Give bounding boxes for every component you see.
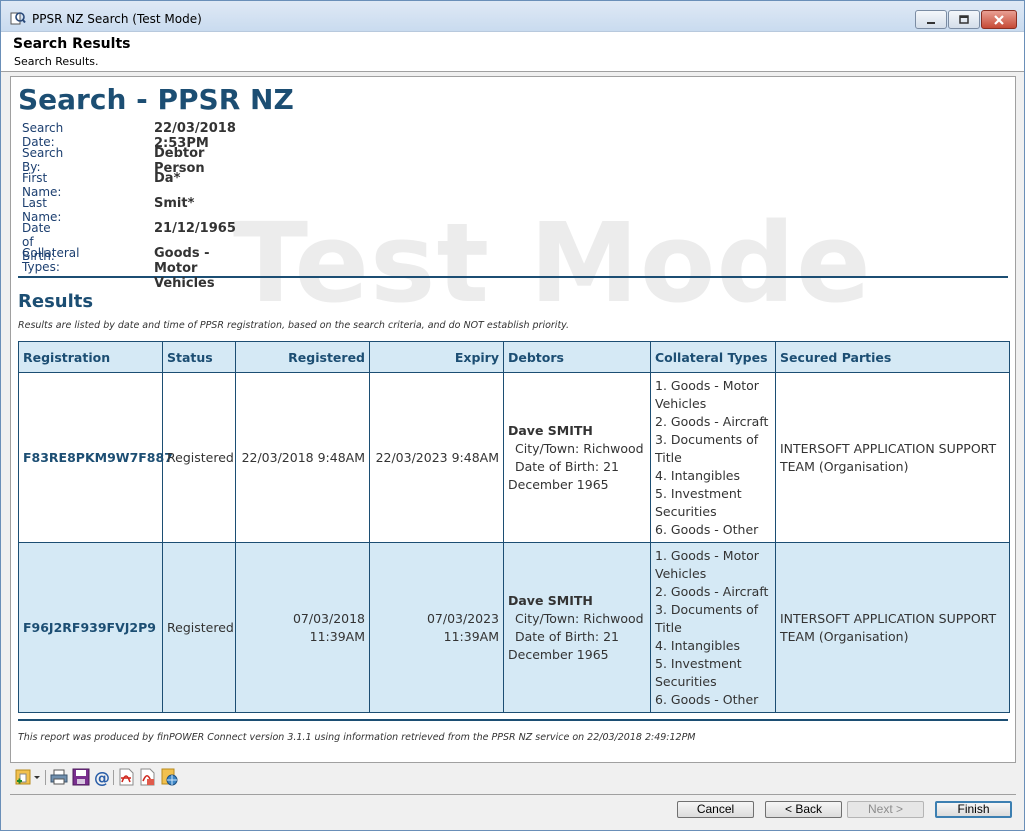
criteria-label: Search Date: [22, 121, 64, 149]
report-viewer[interactable]: Test Mode Search - PPSR NZ Search Date: … [10, 76, 1016, 763]
collateral-item: 5. Investment Securities [655, 655, 742, 689]
collateral-item: 6. Goods - Other [655, 521, 759, 537]
back-button[interactable]: < Back [765, 801, 842, 818]
results-heading: Results [18, 291, 94, 312]
criteria-label: Last Name: [22, 196, 62, 224]
debtors-cell: Dave SMITH City/Town: Richwood Date of B… [503, 372, 651, 543]
collateral-item: 4. Intangibles [655, 637, 741, 653]
email-icon[interactable]: @ [93, 768, 111, 786]
collateral-item: 2. Goods - Aircraft [655, 413, 769, 429]
title-bar: PPSR NZ Search (Test Mode) [1, 1, 1024, 32]
column-header-expiry: Expiry [369, 341, 504, 373]
save-icon[interactable] [72, 768, 90, 786]
secured-party-cell: INTERSOFT APPLICATION SUPPORT TEAM (Orga… [775, 542, 1010, 713]
next-button[interactable]: Next > [847, 801, 924, 818]
wizard-window: PPSR NZ Search (Test Mode) Search Result… [0, 0, 1025, 831]
criteria-label: Collateral Types: [22, 246, 80, 274]
window-title: PPSR NZ Search (Test Mode) [32, 12, 202, 26]
page-title: Search Results [13, 36, 131, 52]
collateral-item: 3. Documents of Title [655, 431, 759, 465]
app-icon [10, 12, 26, 25]
table-header-row: Registration Status Registered Expiry De… [18, 341, 1010, 373]
status-cell: Registered [162, 372, 236, 543]
criteria-label: First Name: [22, 171, 62, 199]
pdf-options-icon[interactable] [138, 768, 156, 786]
debtor-dob-continued: December 1965 [508, 646, 609, 662]
debtor-dob: Date of Birth: 21 [515, 628, 619, 644]
criteria-label: Search By: [22, 146, 64, 174]
debtors-cell: Dave SMITH City/Town: Richwood Date of B… [503, 542, 651, 713]
collateral-item: 4. Intangibles [655, 467, 741, 483]
expiry-cell: 22/03/2023 9:48AM [369, 372, 504, 543]
minimize-icon [927, 22, 935, 24]
column-header-secured-parties: Secured Parties [775, 341, 1010, 373]
debtor-dob-continued: December 1965 [508, 476, 609, 492]
results-table: Registration Status Registered Expiry De… [18, 341, 1010, 713]
criteria-value: 21/12/1965 [154, 221, 236, 236]
registration-link[interactable]: F83RE8PKM9W7F887 [18, 372, 173, 543]
wizard-header: Search Results Search Results. [1, 32, 1024, 72]
debtor-name: Dave SMITH [508, 422, 593, 438]
report-footer-note: This report was produced by finPOWER Con… [18, 732, 696, 743]
debtor-dob: Date of Birth: 21 [515, 458, 619, 474]
table-row: F83RE8PKM9W7F887 Registered 22/03/2018 9… [18, 372, 1010, 543]
collateral-item: 1. Goods - Motor Vehicles [655, 547, 759, 581]
status-cell: Registered [162, 542, 236, 713]
svg-text:@: @ [94, 768, 110, 786]
web-document-icon[interactable] [160, 768, 178, 786]
pdf-icon[interactable] [117, 768, 135, 786]
print-icon[interactable] [50, 768, 68, 786]
maximize-button[interactable] [948, 10, 980, 29]
column-header-registration: Registration [18, 341, 163, 373]
maximize-icon [959, 15, 969, 24]
report-toolbar: @ [14, 768, 414, 788]
column-header-debtors: Debtors [503, 341, 651, 373]
criteria-value: Smit* [154, 196, 195, 211]
footer-divider [18, 719, 1008, 721]
column-header-collateral-types: Collateral Types [650, 341, 776, 373]
collateral-cell: 1. Goods - Motor Vehicles 2. Goods - Air… [650, 372, 776, 543]
criteria-value: Da* [154, 171, 181, 186]
toolbar-separator [113, 770, 114, 785]
criteria-value: Goods - Motor Vehicles [154, 246, 215, 291]
collateral-item: 1. Goods - Motor Vehicles [655, 377, 759, 411]
cancel-button[interactable]: Cancel [677, 801, 754, 818]
toolbar-separator [45, 770, 46, 785]
column-header-status: Status [162, 341, 236, 373]
collateral-item: 2. Goods - Aircraft [655, 583, 769, 599]
debtor-city: City/Town: Richwood [515, 440, 644, 456]
finish-button[interactable]: Finish [935, 801, 1012, 818]
page-subtitle: Search Results. [14, 55, 99, 68]
close-icon [994, 15, 1004, 25]
table-row: F96J2RF939FVJ2P9 Registered 07/03/2018 1… [18, 542, 1010, 713]
report-title: Search - PPSR NZ [18, 83, 294, 116]
new-document-icon[interactable] [14, 768, 42, 786]
test-mode-watermark: Test Mode [233, 199, 872, 327]
button-bar-divider [10, 794, 1016, 795]
collateral-item: 5. Investment Securities [655, 485, 742, 519]
secured-party-cell: INTERSOFT APPLICATION SUPPORT TEAM (Orga… [775, 372, 1010, 543]
minimize-button[interactable] [915, 10, 947, 29]
registration-link[interactable]: F96J2RF939FVJ2P9 [18, 542, 163, 713]
column-header-registered: Registered [235, 341, 370, 373]
collateral-cell: 1. Goods - Motor Vehicles 2. Goods - Air… [650, 542, 776, 713]
results-note: Results are listed by date and time of P… [18, 320, 570, 331]
registered-cell: 07/03/2018 11:39AM [235, 542, 370, 713]
debtor-name: Dave SMITH [508, 592, 593, 608]
registered-cell: 22/03/2018 9:48AM [235, 372, 370, 543]
collateral-item: 6. Goods - Other [655, 691, 759, 707]
collateral-item: 3. Documents of Title [655, 601, 759, 635]
debtor-city: City/Town: Richwood [515, 610, 644, 626]
expiry-cell: 07/03/2023 11:39AM [369, 542, 504, 713]
close-button[interactable] [981, 10, 1017, 29]
